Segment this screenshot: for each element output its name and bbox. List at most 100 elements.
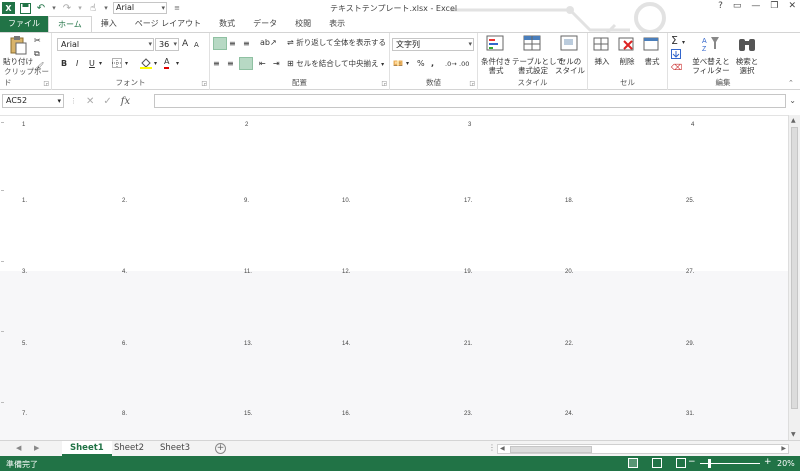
insert-function-button[interactable]: fx [121, 96, 130, 107]
shrink-font-button[interactable]: A [194, 39, 199, 51]
align-middle-icon[interactable]: ≡ [229, 38, 236, 50]
align-left-icon[interactable]: ≡ [213, 58, 220, 70]
format-cells-button[interactable]: 書式 [640, 35, 664, 77]
fill-color-dropdown-icon[interactable]: ▾ [154, 58, 157, 70]
number-launcher-icon[interactable]: ◲ [469, 80, 475, 87]
tab-formulas[interactable]: 数式 [210, 16, 244, 32]
redo-dropdown-icon[interactable]: ▾ [77, 2, 83, 14]
zoom-knob[interactable] [708, 459, 711, 468]
horizontal-scrollbar[interactable]: ◀ ▶ [497, 444, 789, 454]
fill-icon[interactable] [671, 49, 681, 61]
align-right-icon[interactable] [239, 57, 253, 70]
accounting-dropdown-icon[interactable]: ▾ [406, 58, 409, 70]
name-box-dropdown-icon[interactable]: ▾ [57, 95, 61, 107]
collapse-ribbon-icon[interactable]: ⌃ [788, 77, 794, 89]
next-sheet-icon[interactable]: ▶ [34, 444, 39, 452]
maximize-button[interactable]: ❐ [770, 1, 778, 11]
align-top-icon[interactable] [213, 37, 227, 50]
number-format-select[interactable]: 文字列 ▾ [392, 38, 474, 51]
tab-page-layout[interactable]: ページ レイアウト [126, 16, 210, 32]
zoom-slider[interactable]: − + 20% [688, 457, 798, 469]
qat-font-select[interactable]: Arial [113, 2, 167, 14]
align-center-icon[interactable]: ≡ [227, 58, 234, 70]
normal-view-icon[interactable] [628, 458, 638, 468]
tab-insert[interactable]: 挿入 [92, 16, 126, 32]
expand-formula-bar-icon[interactable]: ⌄ [789, 96, 796, 105]
font-color-button[interactable]: A [164, 57, 170, 69]
sheet-tab-1[interactable]: Sheet1 [62, 441, 112, 456]
scroll-left-icon[interactable]: ◀ [500, 445, 505, 452]
tab-home[interactable]: ホーム [48, 16, 92, 33]
format-as-table-button[interactable]: テーブルとして 書式設定 [512, 35, 564, 77]
page-break-view-icon[interactable] [676, 458, 686, 468]
font-color-dropdown-icon[interactable]: ▾ [176, 58, 179, 70]
prev-sheet-icon[interactable]: ◀ [16, 444, 21, 452]
touch-mode-icon[interactable]: ☝ [87, 2, 99, 14]
delete-cells-button[interactable]: 削除 [615, 35, 639, 77]
name-box[interactable]: AC52 ▾ [2, 94, 64, 108]
autosum-dropdown-icon[interactable]: ▾ [682, 37, 685, 49]
insert-cells-button[interactable]: 挿入 [590, 35, 614, 77]
cut-icon[interactable]: ✂ [34, 35, 41, 47]
add-sheet-button[interactable]: + [215, 443, 226, 454]
help-button[interactable]: ? [718, 1, 723, 11]
comma-button[interactable]: , [431, 58, 434, 70]
zoom-out-button[interactable]: − [688, 457, 696, 467]
sort-filter-button[interactable]: AZ 並べ替えと フィルター [690, 35, 732, 77]
tab-data[interactable]: データ [244, 16, 286, 32]
tab-review[interactable]: 校閲 [286, 16, 320, 32]
scroll-right-icon[interactable]: ▶ [781, 445, 786, 452]
decrease-decimal-icon[interactable]: .00 [459, 58, 469, 70]
align-bottom-icon[interactable]: ≡ [243, 38, 250, 50]
sheet-tab-2[interactable]: Sheet2 [106, 441, 152, 456]
borders-icon[interactable] [112, 58, 122, 70]
alignment-launcher-icon[interactable]: ◲ [381, 80, 387, 87]
decrease-indent-icon[interactable]: ⇤ [259, 58, 266, 70]
tab-file[interactable]: ファイル [0, 16, 48, 32]
merge-center-button[interactable]: ⊞ セルを結合して中央揃え ▾ [287, 58, 384, 70]
page-layout-view-icon[interactable] [652, 458, 662, 468]
zoom-level[interactable]: 20% [777, 459, 795, 468]
increase-indent-icon[interactable]: ⇥ [273, 58, 280, 70]
enter-entry-button[interactable]: ✓ [103, 96, 111, 107]
orientation-icon[interactable]: ab↗ [260, 37, 277, 49]
autosum-button[interactable]: Σ [671, 35, 678, 47]
italic-button[interactable]: I [76, 58, 78, 70]
worksheet-grid[interactable]: 1 2 3 4 1. 2. 9. 10. 17. 18. 25. 3. 4. 11. 12. 19. 20. 27… [0, 115, 788, 441]
formula-input[interactable] [154, 94, 786, 108]
scroll-up-icon[interactable]: ▲ [791, 117, 796, 124]
conditional-format-button[interactable]: 条件付き 書式 [480, 35, 512, 77]
tab-view[interactable]: 表示 [320, 16, 354, 32]
tab-split-handle-icon[interactable]: ⋮ [488, 443, 496, 452]
vertical-scrollbar[interactable]: ▲ ▼ [788, 115, 800, 440]
touch-dropdown-icon[interactable]: ▾ [103, 2, 109, 14]
bold-button[interactable]: B [61, 58, 67, 70]
undo-dropdown-icon[interactable]: ▾ [51, 2, 57, 14]
underline-button[interactable]: U [89, 58, 95, 70]
cell-styles-button[interactable]: セルの スタイル [554, 35, 586, 77]
font-launcher-icon[interactable]: ◲ [201, 80, 207, 87]
percent-button[interactable]: % [417, 58, 425, 70]
font-name-select[interactable]: Arial ▾ [57, 38, 154, 51]
font-size-select[interactable]: 36 ▾ [155, 38, 179, 51]
scroll-down-icon[interactable]: ▼ [791, 431, 796, 438]
cancel-entry-button[interactable]: ✕ [86, 96, 94, 107]
wrap-text-button[interactable]: ⇌ 折り返して全体を表示する [287, 37, 386, 49]
ribbon-display-button[interactable]: ▭ [733, 1, 742, 11]
redo-icon[interactable]: ↷ [61, 2, 73, 14]
increase-decimal-icon[interactable]: .0→ [445, 58, 457, 70]
minimize-button[interactable]: — [751, 1, 760, 11]
accounting-format-icon[interactable]: 💴 [393, 58, 403, 70]
clear-icon[interactable]: ⌫ [671, 62, 682, 74]
zoom-in-button[interactable]: + [764, 457, 772, 467]
copy-icon[interactable]: ⧉ [34, 48, 40, 60]
horizontal-scroll-thumb[interactable] [510, 446, 592, 453]
grow-font-button[interactable]: A [182, 38, 188, 50]
find-select-button[interactable]: 検索と 選択 [730, 35, 764, 77]
borders-dropdown-icon[interactable]: ▾ [125, 58, 128, 70]
fill-color-icon[interactable] [140, 57, 152, 69]
underline-dropdown-icon[interactable]: ▾ [99, 58, 102, 70]
save-icon[interactable] [19, 2, 31, 14]
clipboard-launcher-icon[interactable]: ◲ [43, 80, 49, 87]
customize-qat-icon[interactable]: ≡ [171, 2, 183, 14]
